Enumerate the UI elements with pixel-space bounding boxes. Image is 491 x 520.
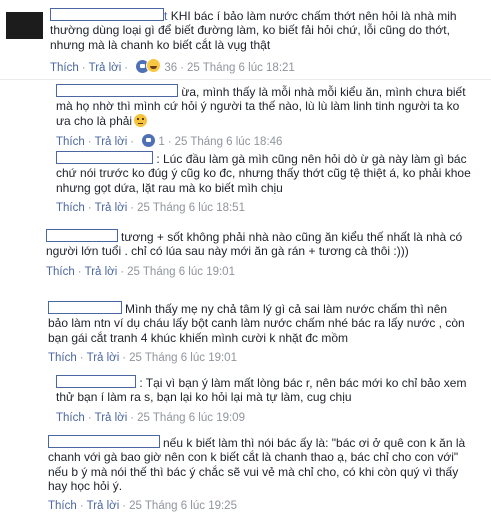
- commenter-name[interactable]: [48, 435, 160, 448]
- comment-actions: Thích · Trả lời · 25 Tháng 6 lúc 19:09: [56, 411, 245, 424]
- like-link[interactable]: Thích: [46, 266, 75, 278]
- comment-timestamp[interactable]: 25 Tháng 6 lúc 19:25: [129, 500, 237, 512]
- comment-actions: Thích · Trả lời · 25 Tháng 6 lúc 19:25: [48, 500, 237, 513]
- comment-actions: Thích · Trả lời · 25 Tháng 6 lúc 19:01: [46, 265, 235, 278]
- reply-link[interactable]: Trả lời: [95, 412, 128, 424]
- reaction-count[interactable]: 1: [158, 136, 164, 148]
- commenter-name[interactable]: [56, 151, 153, 164]
- comment-actions: Thích · Trả lời · 36 · 25 Tháng 6 lúc 18:21: [50, 57, 480, 75]
- avatar[interactable]: [6, 12, 43, 39]
- comment-timestamp[interactable]: 25 Tháng 6 lúc 18:51: [137, 202, 245, 214]
- comment-body: nếu k biết làm thì nói bác ấy là: "bác ơ…: [48, 435, 474, 513]
- comment-body: Mình thấy mẹ ny chả tâm lý gì cả sai làm…: [48, 301, 468, 365]
- like-link[interactable]: Thích: [56, 136, 85, 148]
- like-link[interactable]: Thích: [48, 500, 77, 512]
- reaction-count[interactable]: 36: [164, 62, 177, 74]
- haha-reaction-icon[interactable]: [146, 57, 162, 73]
- like-link[interactable]: Thích: [50, 62, 79, 74]
- like-reaction-icon[interactable]: [142, 133, 156, 147]
- reply-link[interactable]: Trả lời: [89, 62, 122, 74]
- comment-actions: Thích · Trả lời · 25 Tháng 6 lúc 19:01: [48, 351, 237, 364]
- commenter-name-tail[interactable]: t: [164, 9, 167, 23]
- comment-timestamp[interactable]: 25 Tháng 6 lúc 18:21: [187, 62, 295, 74]
- commenter-name[interactable]: [46, 229, 118, 242]
- reply-link[interactable]: Trả lời: [85, 266, 118, 278]
- comment-timestamp[interactable]: 25 Tháng 6 lúc 19:01: [127, 266, 235, 278]
- reply-link[interactable]: Trả lời: [87, 352, 120, 364]
- comment-body: ừa, mình thấy là mỗi nhà mỗi kiểu ăn, mì…: [56, 84, 476, 149]
- like-link[interactable]: Thích: [56, 202, 85, 214]
- comment-timestamp[interactable]: 25 Tháng 6 lúc 19:09: [137, 412, 245, 424]
- commenter-name[interactable]: [56, 375, 136, 388]
- reply-link[interactable]: Trả lời: [95, 202, 128, 214]
- reply-link[interactable]: Trả lời: [87, 500, 120, 512]
- comment-actions: Thích · Trả lời · 1 · 25 Tháng 6 lúc 18:46: [56, 133, 283, 148]
- divider: [0, 79, 491, 80]
- commenter-name[interactable]: [50, 8, 164, 21]
- comment-body: tương + sốt không phải nhà nào cũng ăn k…: [46, 229, 466, 279]
- comment-body: : Tại vì bạn ý làm mất lòng bác r, nên b…: [56, 375, 476, 425]
- commenter-name[interactable]: [56, 84, 178, 97]
- like-link[interactable]: Thích: [48, 352, 77, 364]
- reply-link[interactable]: Trả lời: [95, 136, 128, 148]
- comment-actions: Thích · Trả lời · 25 Tháng 6 lúc 18:51: [56, 201, 245, 214]
- emoji-icon: [134, 113, 148, 127]
- comment-body: : Lúc đầu làm gà mìh cũng nên hỏi dò ừ g…: [56, 151, 476, 215]
- comment-timestamp[interactable]: 25 Tháng 6 lúc 19:01: [129, 352, 237, 364]
- comment-timestamp[interactable]: 25 Tháng 6 lúc 18:46: [175, 136, 283, 148]
- commenter-name[interactable]: [48, 301, 122, 314]
- comment-body: t KHI bác í bảo làm nước chấm thớt nên h…: [50, 8, 480, 75]
- like-link[interactable]: Thích: [56, 412, 85, 424]
